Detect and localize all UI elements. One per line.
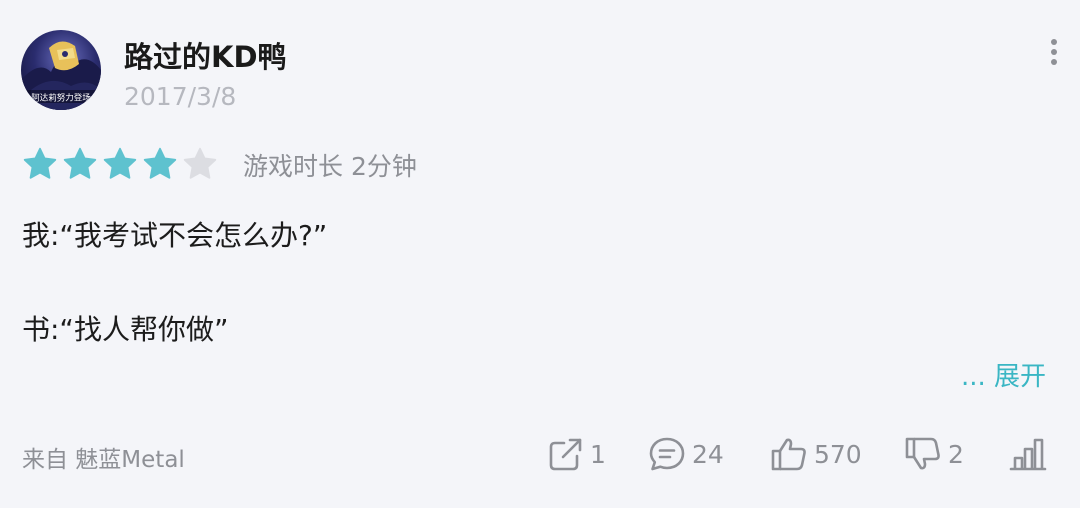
star-empty-icon [183,147,217,179]
star-rating [22,146,218,182]
dislike-count: 2 [948,439,964,469]
review-date: 2017/3/8 [124,82,237,111]
star-filled-icon [23,147,57,179]
like-count: 570 [814,439,862,469]
share-count: 1 [590,439,606,469]
like-button[interactable]: 570 [770,434,862,474]
review-text-line: 书:“找人帮你做” [22,313,229,346]
star-filled-icon [103,147,137,179]
star-filled-icon [63,147,97,179]
comment-icon [649,437,685,471]
bar-chart-icon [1009,438,1047,471]
expand-link[interactable]: ... 展开 [961,356,1046,393]
stats-button[interactable] [1008,434,1048,474]
more-vertical-icon[interactable] [1046,38,1062,66]
avatar[interactable]: 阿达莉努力登场 [21,30,101,110]
avatar-caption: 阿达莉努力登场 [31,93,91,104]
star-filled-icon [143,147,177,179]
username[interactable]: 路过的KD鸭 [124,34,287,76]
share-button[interactable]: 1 [548,434,606,474]
share-icon [549,438,582,471]
thumbs-down-icon [905,437,940,470]
device-label: 来自 魅蓝Metal [22,447,185,473]
comment-button[interactable]: 24 [648,434,724,474]
review-text-line: 我:“我考试不会怎么办?” [22,219,328,252]
comment-count: 24 [692,439,724,469]
avatar-image: 阿达莉努力登场 [21,41,101,110]
playtime-label: 游戏时长 2分钟 [243,152,417,181]
thumbs-up-icon [771,438,806,471]
dislike-button[interactable]: 2 [904,434,964,474]
